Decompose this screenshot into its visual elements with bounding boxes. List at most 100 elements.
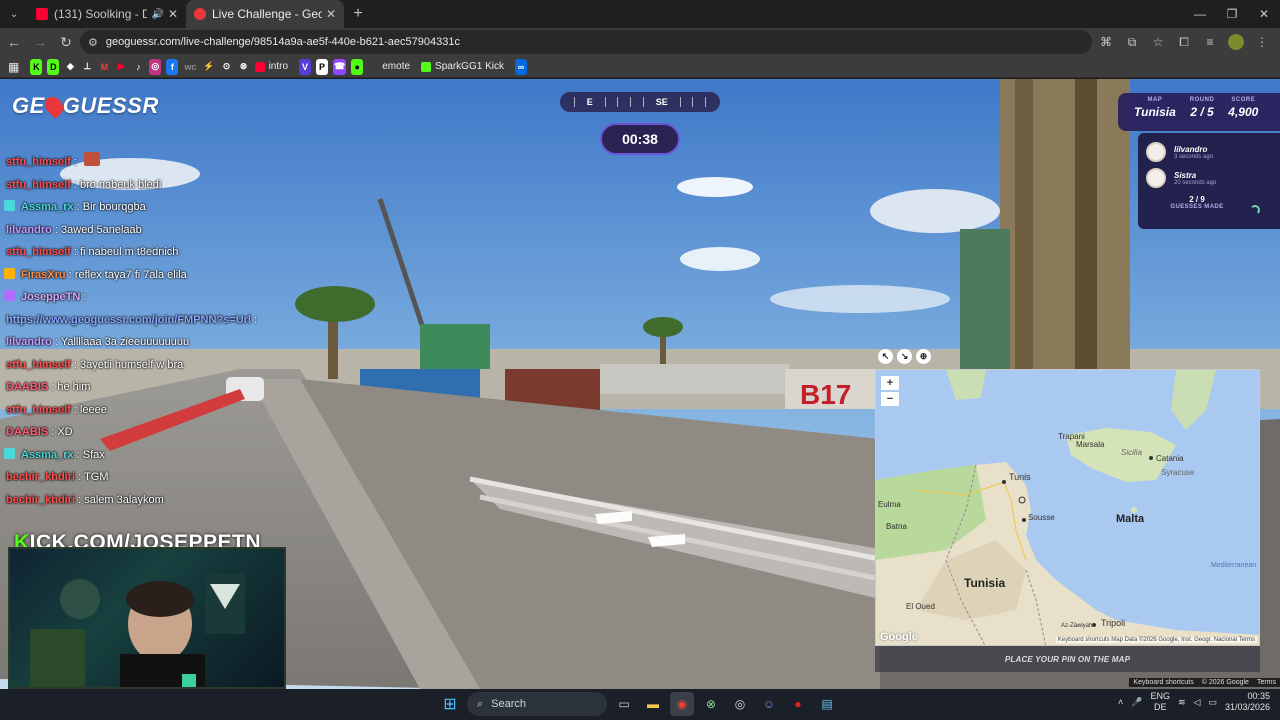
close-window-icon[interactable]: ✕ xyxy=(1248,0,1280,28)
score-stat: SCORE 4,900 xyxy=(1228,97,1258,131)
notepad-icon[interactable]: ▤ xyxy=(815,692,839,716)
chat-message: https://www.geoguessr.com/join/FMPNN?s=U… xyxy=(0,309,280,332)
player-guess-time: 20 seconds ago xyxy=(1174,179,1217,186)
bookmark-icon[interactable]: ◎ xyxy=(149,58,162,75)
chat-text: Yallllaaa 3a zieeuuuuuuuu xyxy=(60,336,190,348)
bookmark-icon[interactable]: ⊗ xyxy=(237,58,250,75)
forward-icon[interactable]: → xyxy=(28,30,52,54)
map-expand-icon[interactable]: ↖ xyxy=(878,349,893,364)
task-view-icon[interactable]: ▭ xyxy=(612,692,636,716)
zoom-in-button[interactable]: + xyxy=(881,376,899,390)
bookmark-icon[interactable]: D xyxy=(47,58,60,75)
close-tab-icon[interactable]: ✕ xyxy=(168,7,178,21)
bookmark-link[interactable]: SparkGG1 Kick xyxy=(421,61,504,72)
map-shrink-icon[interactable]: ↘ xyxy=(897,349,912,364)
bookmark-icon[interactable]: wc xyxy=(183,58,198,75)
bookmark-icon[interactable]: P xyxy=(316,58,329,75)
translate-icon[interactable]: ⌘ xyxy=(1094,30,1118,54)
language-top: ENG xyxy=(1150,691,1170,701)
bookmark-icon[interactable]: ⊥ xyxy=(81,58,94,75)
compass-east-label: E xyxy=(586,97,593,107)
chat-message: DAABIS : he him xyxy=(0,376,280,399)
keyboard-shortcuts-link[interactable]: Keyboard shortcuts xyxy=(1133,679,1193,686)
compass-tick xyxy=(705,97,707,107)
profile-avatar[interactable] xyxy=(1228,34,1244,50)
chat-badge-icon xyxy=(4,200,15,211)
discord-icon[interactable]: ☺ xyxy=(757,692,781,716)
chat-username: JoseppeTN xyxy=(21,291,81,303)
speaker-icon[interactable]: 🔊 xyxy=(151,9,163,20)
bookmark-icon[interactable]: ▶ xyxy=(115,58,128,75)
tab-youtube[interactable]: (131) Soolking - Dalida [Cli 🔊 ✕ xyxy=(28,0,186,28)
chat-separator: : xyxy=(75,493,85,506)
zoom-out-button[interactable]: − xyxy=(881,392,899,406)
bookmark-icon[interactable]: ♪ xyxy=(132,58,145,75)
chat-message: DAABIS : XD xyxy=(0,421,280,444)
file-explorer-icon[interactable]: ▬ xyxy=(641,692,665,716)
map-pin-icon[interactable]: ⊕ xyxy=(916,349,931,364)
reading-list-icon[interactable]: ≡ xyxy=(1198,30,1222,54)
map-attribution[interactable]: Keyboard shortcuts Map Data ©2026 Google… xyxy=(1055,637,1257,643)
site-info-icon[interactable]: ⚙ xyxy=(88,36,98,49)
battery-icon[interactable]: ▭ xyxy=(1208,697,1217,708)
guess-map[interactable]: + − Trapani Marsala Sicilia Catania Syra… xyxy=(875,369,1260,646)
reload-icon[interactable]: ↻ xyxy=(54,30,78,54)
bookmark-star-icon[interactable]: ☆ xyxy=(1146,30,1170,54)
google-map-logo: Google xyxy=(880,631,918,643)
back-icon[interactable]: ← xyxy=(2,30,26,54)
player-name: lilvandro xyxy=(1174,144,1208,154)
taskbar-search[interactable]: ⌕ Search xyxy=(467,692,607,716)
close-tab-icon[interactable]: ✕ xyxy=(326,7,336,21)
player-row: lilvandro 3 seconds ago xyxy=(1146,139,1272,165)
menu-icon[interactable]: ⋮ xyxy=(1250,30,1274,54)
player-row: Sistra 20 seconds ago xyxy=(1146,165,1272,191)
chat-text: XD xyxy=(57,426,73,438)
bookmark-icon[interactable]: ◆ xyxy=(64,58,77,75)
clock[interactable]: 00:35 31/03/2026 xyxy=(1225,691,1270,713)
cast-icon[interactable]: ⧉ xyxy=(1120,30,1144,54)
guesses-label: GUESSES MADE xyxy=(1170,204,1224,210)
chat-username: DAABIS xyxy=(6,381,49,393)
apps-grid-icon[interactable]: ▦ xyxy=(8,60,19,74)
chat-message: bechir_khdiri : TGM xyxy=(0,466,280,489)
app-red-icon[interactable]: ● xyxy=(786,692,810,716)
bookmark-icon[interactable]: ● xyxy=(351,58,364,75)
chat-message: JoseppeTN : xyxy=(0,286,280,309)
terms-link[interactable]: Terms xyxy=(1257,679,1276,686)
bookmark-link[interactable]: intro xyxy=(254,61,288,72)
geoguessr-logo[interactable]: GE GUESSR xyxy=(12,93,159,119)
xbox-icon[interactable]: ⊗ xyxy=(699,692,723,716)
place-pin-hint[interactable]: PLACE YOUR PIN ON THE MAP xyxy=(875,646,1260,672)
new-tab-button[interactable]: + xyxy=(344,0,372,28)
geoguessr-page: B17 GE GUESSR E SE 00:38 MAP Tunisia ROU… xyxy=(0,79,1280,689)
chat-username: Assma_rx xyxy=(21,448,74,461)
bookmark-icon[interactable]: K xyxy=(30,58,43,75)
bookmark-icon[interactable]: V xyxy=(299,58,312,75)
bookmark-link[interactable]: emote xyxy=(368,61,410,72)
tab-title: (131) Soolking - Dalida [Cli xyxy=(54,7,148,21)
bookmark-icon[interactable]: ⊙ xyxy=(220,58,233,75)
chrome-icon[interactable]: ◉ xyxy=(670,692,694,716)
bookmark-icon[interactable]: ⚡ xyxy=(202,58,216,75)
minimize-icon[interactable]: — xyxy=(1184,0,1216,28)
bookmark-icon[interactable]: ☎ xyxy=(333,58,347,75)
tab-search-button[interactable]: ⌄ xyxy=(0,0,28,28)
compass-bar: E SE xyxy=(560,92,720,112)
player-guess-time: 3 seconds ago xyxy=(1174,153,1214,160)
address-bar[interactable]: ⚙ geoguessr.com/live-challenge/98514a9a-… xyxy=(80,30,1092,54)
microphone-icon[interactable]: 🎤 xyxy=(1131,697,1142,708)
bookmark-icon[interactable]: f xyxy=(166,58,179,75)
wifi-icon[interactable]: ≋ xyxy=(1178,697,1186,708)
extensions-icon[interactable]: ⧠ xyxy=(1172,30,1196,54)
show-hidden-icons-icon[interactable]: ˄ xyxy=(1118,697,1123,707)
language-indicator[interactable]: ENG DE xyxy=(1150,691,1170,713)
restore-icon[interactable]: ❐ xyxy=(1216,0,1248,28)
obs-icon[interactable]: ◎ xyxy=(728,692,752,716)
windows-start-icon[interactable]: ⊞ xyxy=(438,692,462,716)
volume-icon[interactable]: ◁ xyxy=(1194,697,1201,708)
bookmark-icon[interactable]: M xyxy=(98,58,111,75)
map-size-controls: ↖ ↘ ⊕ xyxy=(878,349,931,364)
bookmark-icon[interactable]: ∞ xyxy=(514,58,527,75)
tab-geoguessr[interactable]: Live Challenge - GeoGuessr ✕ xyxy=(186,0,344,28)
compass-tick xyxy=(573,97,575,107)
